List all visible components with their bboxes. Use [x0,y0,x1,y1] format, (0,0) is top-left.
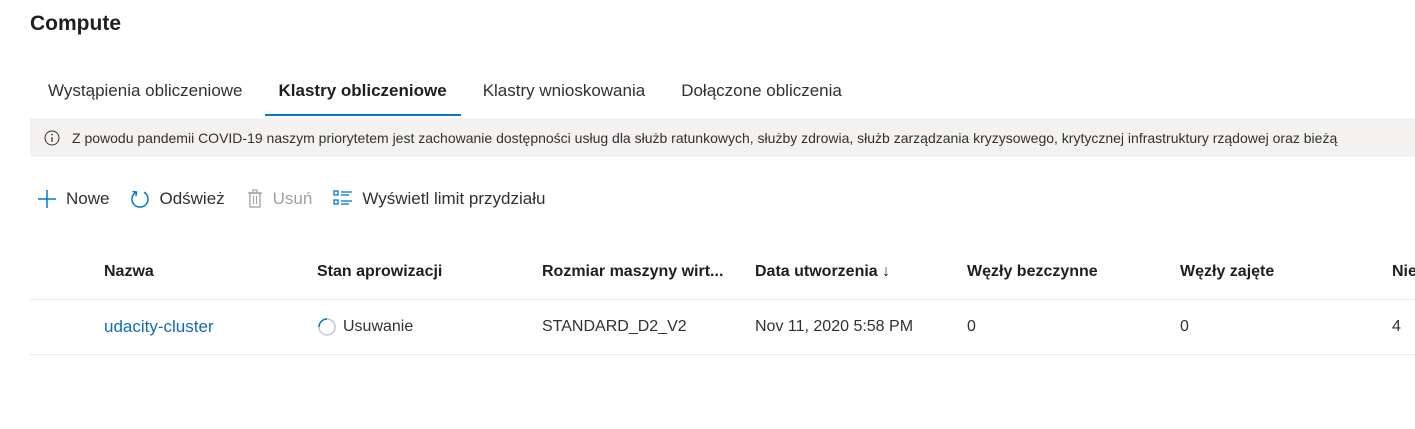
tab-compute-instances[interactable]: Wystąpienia obliczeniowe [30,78,261,108]
tab-attached-compute[interactable]: Dołączone obliczenia [663,78,860,108]
tab-inference-clusters[interactable]: Klastry wnioskowania [465,78,664,108]
plus-icon [38,190,56,208]
column-header-name[interactable]: Nazwa [104,245,304,299]
new-button-label: Nowe [66,189,110,208]
cluster-name-cell: udacity-cluster [104,300,304,354]
table-header-row: Nazwa Stan aprowizacji Rozmiar maszyny w… [30,245,1415,300]
banner-text: Z powodu pandemii COVID-19 naszym priory… [72,129,1338,146]
info-banner: Z powodu pandemii COVID-19 naszym priory… [30,118,1415,157]
refresh-button[interactable]: Odśwież [129,188,225,210]
delete-button-label: Usuń [272,189,313,208]
provisioning-state-cell: Usuwanie [317,300,527,354]
info-icon [44,130,60,145]
tab-compute-clusters[interactable]: Klastry obliczeniowe [261,78,465,116]
truncated-cell: 4 [1392,318,1401,335]
column-header-busy-nodes[interactable]: Węzły zajęte [1180,245,1360,299]
trash-icon [247,189,262,208]
spinner-icon [318,318,336,336]
provisioning-state-text: Usuwanie [343,318,414,335]
refresh-button-label: Odśwież [159,189,225,208]
vm-size-cell: STANDARD_D2_V2 [542,318,687,335]
cluster-name-link[interactable]: udacity-cluster [104,317,214,336]
created-date-cell: Nov 11, 2020 5:58 PM [755,318,914,335]
idle-nodes-cell: 0 [967,318,976,335]
column-header-truncated[interactable]: Nie [1392,245,1415,299]
column-header-vm-size[interactable]: Rozmiar maszyny wirt... [542,245,742,299]
refresh-icon [131,190,150,208]
column-header-created-date[interactable]: Data utworzenia ↓ [755,245,955,299]
view-quota-button[interactable]: Wyświetl limit przydziału [332,188,545,210]
column-header-idle-nodes[interactable]: Węzły bezczynne [967,245,1167,299]
tab-bar: Wystąpienia obliczeniowe Klastry oblicze… [30,78,860,118]
clusters-table: Nazwa Stan aprowizacji Rozmiar maszyny w… [30,245,1415,355]
new-button[interactable]: Nowe [36,188,109,210]
view-quota-button-label: Wyświetl limit przydziału [362,189,546,208]
column-header-provisioning-state[interactable]: Stan aprowizacji [317,245,527,299]
table-row: udacity-cluster Usuwanie STANDARD_D2_V2 … [30,300,1415,355]
list-icon [333,190,353,205]
delete-button[interactable]: Usuń [245,188,313,210]
busy-nodes-cell: 0 [1180,318,1189,335]
page-title: Compute [30,12,121,35]
toolbar: Nowe Odśwież Usuń Wyświetl limit przydzi… [36,184,565,214]
